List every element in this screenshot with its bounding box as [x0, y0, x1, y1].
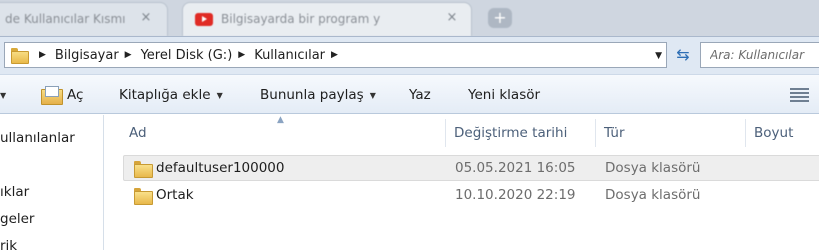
breadcrumb-users[interactable]: Kullanıcılar — [254, 48, 325, 63]
column-divider[interactable] — [445, 119, 446, 147]
burn-label: Yaz — [409, 87, 431, 103]
chevron-right-icon[interactable]: ▶ — [331, 50, 338, 60]
new-folder-label: Yeni klasör — [468, 87, 541, 103]
new-folder-button[interactable]: Yeni klasör — [468, 75, 540, 115]
chevron-down-icon: ▼ — [216, 90, 223, 100]
new-tab-button[interactable]: + — [488, 8, 512, 28]
include-in-library-label: Kitaplığa ekle — [119, 87, 211, 103]
browser-tab[interactable]: de Kullanıcılar Kısmı × — [0, 2, 168, 36]
search-input[interactable] — [701, 43, 819, 67]
share-with-label: Bununla paylaş — [260, 87, 364, 103]
chevron-down-icon[interactable]: ▼ — [0, 91, 6, 100]
browser-tab-strip: de Kullanıcılar Kısmı × Bilgisayarda bir… — [0, 0, 819, 36]
column-header-name[interactable]: Ad — [129, 117, 147, 149]
chevron-right-icon[interactable]: ▶ — [39, 50, 46, 60]
burn-button[interactable]: Yaz — [409, 75, 431, 115]
file-list: ▲ Ad Değiştirme tarihi Tür Boyut default… — [105, 115, 819, 250]
chevron-down-icon[interactable]: ▼ — [655, 51, 662, 61]
open-folder-icon — [40, 86, 63, 105]
navigation-pane: ullanılanlar ıklar geler rik — [0, 115, 104, 250]
file-name: Ortak — [156, 187, 194, 203]
address-row: ▶ Bilgisayar ▶ Yerel Disk (G:) ▶ Kullanı… — [0, 36, 819, 74]
refresh-button[interactable]: ⇆ — [671, 43, 695, 67]
open-label: Aç — [67, 87, 84, 103]
nav-item-downloads[interactable]: geler — [0, 211, 34, 227]
folder-icon — [134, 161, 153, 178]
sort-ascending-icon: ▲ — [277, 115, 284, 125]
nav-item-music[interactable]: rik — [0, 238, 17, 250]
file-date-modified: 10.10.2020 22:19 — [455, 187, 576, 203]
chevron-down-icon: ▼ — [369, 90, 376, 100]
nav-item-documents[interactable]: ıklar — [0, 184, 29, 200]
file-date-modified: 05.05.2021 16:05 — [455, 160, 576, 176]
share-with-button[interactable]: Bununla paylaş ▼ — [260, 75, 376, 115]
youtube-icon — [195, 13, 213, 26]
tab-title: de Kullanıcılar Kısmı — [5, 12, 126, 26]
breadcrumb-local-disk[interactable]: Yerel Disk (G:) — [141, 48, 233, 63]
column-header-size[interactable]: Boyut — [754, 117, 793, 149]
close-icon[interactable]: × — [445, 11, 459, 25]
folder-icon — [11, 48, 29, 64]
open-button[interactable]: Aç — [40, 75, 83, 115]
file-row[interactable]: Ortak 10.10.2020 22:19 Dosya klasörü — [123, 182, 819, 208]
column-header-type[interactable]: Tür — [604, 117, 625, 149]
chevron-right-icon[interactable]: ▶ — [125, 50, 132, 60]
nav-item-recent[interactable]: ullanılanlar — [0, 130, 75, 146]
chevron-right-icon[interactable]: ▶ — [238, 50, 245, 60]
include-in-library-button[interactable]: Kitaplığa ekle ▼ — [119, 75, 223, 115]
file-type: Dosya klasörü — [605, 187, 701, 203]
close-icon[interactable]: × — [139, 11, 153, 25]
column-header-date-modified[interactable]: Değiştirme tarihi — [454, 117, 567, 149]
breadcrumb: ▶ Bilgisayar ▶ Yerel Disk (G:) ▶ Kullanı… — [33, 43, 347, 67]
file-row[interactable]: defaultuser100000 05.05.2021 16:05 Dosya… — [123, 155, 819, 181]
tab-title: Bilgisayarda bir program y — [221, 12, 381, 26]
browser-tab[interactable]: Bilgisayarda bir program y × — [182, 2, 472, 36]
folder-icon — [134, 188, 153, 205]
file-name: defaultuser100000 — [156, 160, 285, 176]
view-options-icon[interactable] — [790, 87, 809, 103]
breadcrumb-computer[interactable]: Bilgisayar — [55, 48, 119, 63]
search-box[interactable] — [700, 42, 819, 68]
column-divider[interactable] — [595, 119, 596, 147]
address-bar[interactable]: ▶ Bilgisayar ▶ Yerel Disk (G:) ▶ Kullanı… — [4, 42, 667, 68]
command-bar: ▼ Aç Kitaplığa ekle ▼ Bununla paylaş ▼ Y… — [0, 74, 819, 114]
column-divider[interactable] — [745, 119, 746, 147]
file-type: Dosya klasörü — [605, 160, 701, 176]
